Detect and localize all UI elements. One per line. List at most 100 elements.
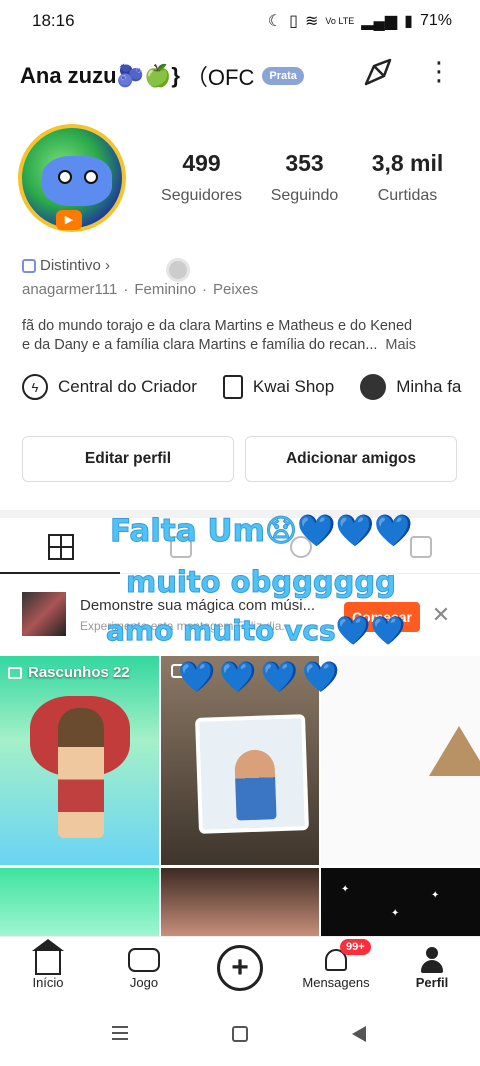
system-navigation bbox=[0, 1000, 480, 1066]
profile-meta: anagarmer111 · Feminino · Peixes bbox=[22, 281, 259, 298]
quick-link-label: Kwai Shop bbox=[252, 377, 335, 396]
nav-game[interactable]: Jogo bbox=[104, 945, 184, 990]
nav-label: Jogo bbox=[129, 975, 159, 990]
touch-indicator bbox=[166, 258, 190, 282]
quick-link-label: Minha fa bbox=[396, 377, 462, 396]
profile-title: Ana zuzu🫐🍏} （OFC Prata bbox=[20, 60, 304, 92]
stat-label: Seguidores bbox=[161, 187, 242, 204]
more-options-icon[interactable]: ⋮ bbox=[424, 56, 454, 92]
stat-value: 353 bbox=[285, 150, 324, 176]
stat-value: 499 bbox=[182, 150, 221, 176]
network-label: Vo LTE bbox=[325, 15, 355, 26]
tab-grid[interactable] bbox=[48, 534, 74, 560]
status-bar: 18:16 ☾ ▯ ≋ Vo LTE ▂▄▆ ▮ 71% bbox=[0, 0, 480, 42]
nav-home[interactable]: Início bbox=[8, 939, 88, 990]
status-icons: ☾ ▯ ≋ Vo LTE ▂▄▆ ▮ 71% bbox=[268, 11, 452, 31]
stat-following[interactable]: 353 Seguindo bbox=[253, 150, 356, 205]
battery-level: 71% bbox=[419, 12, 452, 29]
close-icon[interactable]: ✕ bbox=[430, 602, 452, 628]
nav-profile[interactable]: Perfil bbox=[392, 945, 472, 990]
home-icon bbox=[32, 939, 64, 975]
stat-value: 3,8 mil bbox=[371, 150, 444, 176]
profile-name: Ana zuzu🫐🍏} bbox=[20, 63, 180, 88]
my-family-link[interactable]: Minha fa bbox=[360, 374, 461, 400]
signal-icon: ▂▄▆ bbox=[361, 13, 398, 30]
status-time: 18:16 bbox=[32, 11, 75, 30]
sparkle-icon: ✦ bbox=[431, 890, 440, 901]
tile-art bbox=[429, 726, 480, 776]
stat-likes[interactable]: 3,8 mil Curtidas bbox=[356, 150, 459, 205]
stats-row: 499 Seguidores 353 Seguindo 3,8 mil Curt… bbox=[150, 150, 470, 205]
bio-more-link[interactable]: Mais bbox=[385, 337, 416, 353]
avatar-eye bbox=[84, 170, 98, 184]
promo-title: Demonstre sua mágica com músi... bbox=[80, 597, 316, 614]
lightning-icon: ϟ bbox=[22, 374, 48, 400]
profile-name-suffix: （OFC bbox=[185, 65, 255, 90]
sparkle-icon: ✦ bbox=[391, 908, 400, 919]
recent-apps-icon[interactable] bbox=[112, 1026, 128, 1040]
wifi-icon: ≋ bbox=[304, 13, 319, 30]
gender: Feminino bbox=[134, 281, 197, 298]
video-tile[interactable] bbox=[0, 868, 159, 936]
battery-icon: ▮ bbox=[404, 13, 413, 30]
tile-art bbox=[234, 749, 277, 821]
prata-badge[interactable]: Prata bbox=[262, 67, 304, 85]
back-icon[interactable] bbox=[352, 1026, 366, 1042]
overlay-caption-line: 💙💙💙💙 bbox=[177, 660, 344, 696]
video-tile[interactable] bbox=[161, 868, 319, 936]
edit-profile-button[interactable]: Editar perfil bbox=[22, 436, 234, 482]
drafts-count: Rascunhos 22 bbox=[28, 664, 130, 681]
badge-icon bbox=[22, 258, 36, 273]
drafts-icon bbox=[8, 666, 22, 679]
grid-icon bbox=[48, 534, 74, 560]
quick-link-label: Central do Criador bbox=[58, 377, 197, 396]
bio: fã do mundo torajo e da clara Martins e … bbox=[22, 317, 462, 355]
moon-icon: ☾ bbox=[267, 13, 283, 30]
promo-thumbnail bbox=[22, 592, 66, 636]
overlay-caption-line: muito obgggggg bbox=[126, 565, 397, 600]
add-friends-button[interactable]: Adicionar amigos bbox=[245, 436, 457, 482]
nav-label: Mensagens bbox=[302, 975, 370, 990]
bio-line: e da Dany e a família clara Martins e fa… bbox=[22, 337, 378, 353]
profile-icon bbox=[421, 947, 443, 973]
avatar-icon bbox=[360, 374, 387, 400]
create-plus-button[interactable]: + bbox=[217, 945, 263, 991]
overlay-caption-line: Falta Um😧💙💙💙 bbox=[109, 513, 414, 550]
shopping-bag-icon bbox=[222, 375, 243, 399]
zodiac-sign: Peixes bbox=[213, 281, 259, 298]
distintivo-label: Distintivo › bbox=[40, 257, 111, 274]
live-play-icon[interactable]: ▶ bbox=[56, 210, 82, 230]
stat-followers[interactable]: 499 Seguidores bbox=[150, 150, 253, 205]
overlay-caption-line: amo muito vcs💙💙 bbox=[105, 614, 406, 648]
video-grid: Rascunhos 22 ✦ ✦ ✦ bbox=[0, 656, 480, 936]
share-icon[interactable] bbox=[360, 56, 396, 92]
profile-header: Ana zuzu🫐🍏} （OFC Prata ⋮ bbox=[0, 48, 480, 98]
tile-photo bbox=[195, 714, 309, 834]
nav-label: Perfil bbox=[415, 975, 449, 990]
tile-art bbox=[58, 708, 104, 838]
tab-bookmark-icon[interactable] bbox=[410, 536, 432, 558]
kwai-shop-link[interactable]: Kwai Shop bbox=[222, 375, 335, 399]
video-tile[interactable]: ✦ ✦ ✦ bbox=[321, 868, 480, 936]
stat-label: Curtidas bbox=[377, 187, 438, 204]
username: anagarmer111 bbox=[22, 281, 118, 298]
creator-center-link[interactable]: ϟ Central do Criador bbox=[22, 374, 197, 400]
tab-active-indicator bbox=[0, 572, 120, 574]
bottom-navigation: Início Jogo + 99+ Mensagens Perfil bbox=[0, 936, 480, 1000]
sparkle-icon: ✦ bbox=[341, 884, 350, 895]
avatar-eye bbox=[58, 170, 72, 184]
drafts-label: Rascunhos 22 bbox=[8, 664, 130, 681]
vibrate-icon: ▯ bbox=[289, 13, 298, 30]
nav-messages[interactable]: 99+ Mensagens bbox=[296, 939, 376, 990]
notification-badge: 99+ bbox=[340, 939, 371, 955]
video-tile[interactable] bbox=[321, 656, 480, 865]
bio-line: fã do mundo torajo e da clara Martins e … bbox=[22, 318, 413, 334]
nav-label: Início bbox=[32, 975, 64, 990]
gamepad-icon bbox=[128, 948, 160, 972]
home-button-icon[interactable] bbox=[232, 1026, 248, 1042]
distintivo-link[interactable]: Distintivo › bbox=[22, 257, 110, 274]
avatar-face bbox=[42, 156, 112, 206]
stat-label: Seguindo bbox=[270, 187, 339, 204]
quick-links: ϟ Central do Criador Kwai Shop Minha fa bbox=[22, 374, 480, 400]
draft-video-tile[interactable]: Rascunhos 22 bbox=[0, 656, 159, 865]
